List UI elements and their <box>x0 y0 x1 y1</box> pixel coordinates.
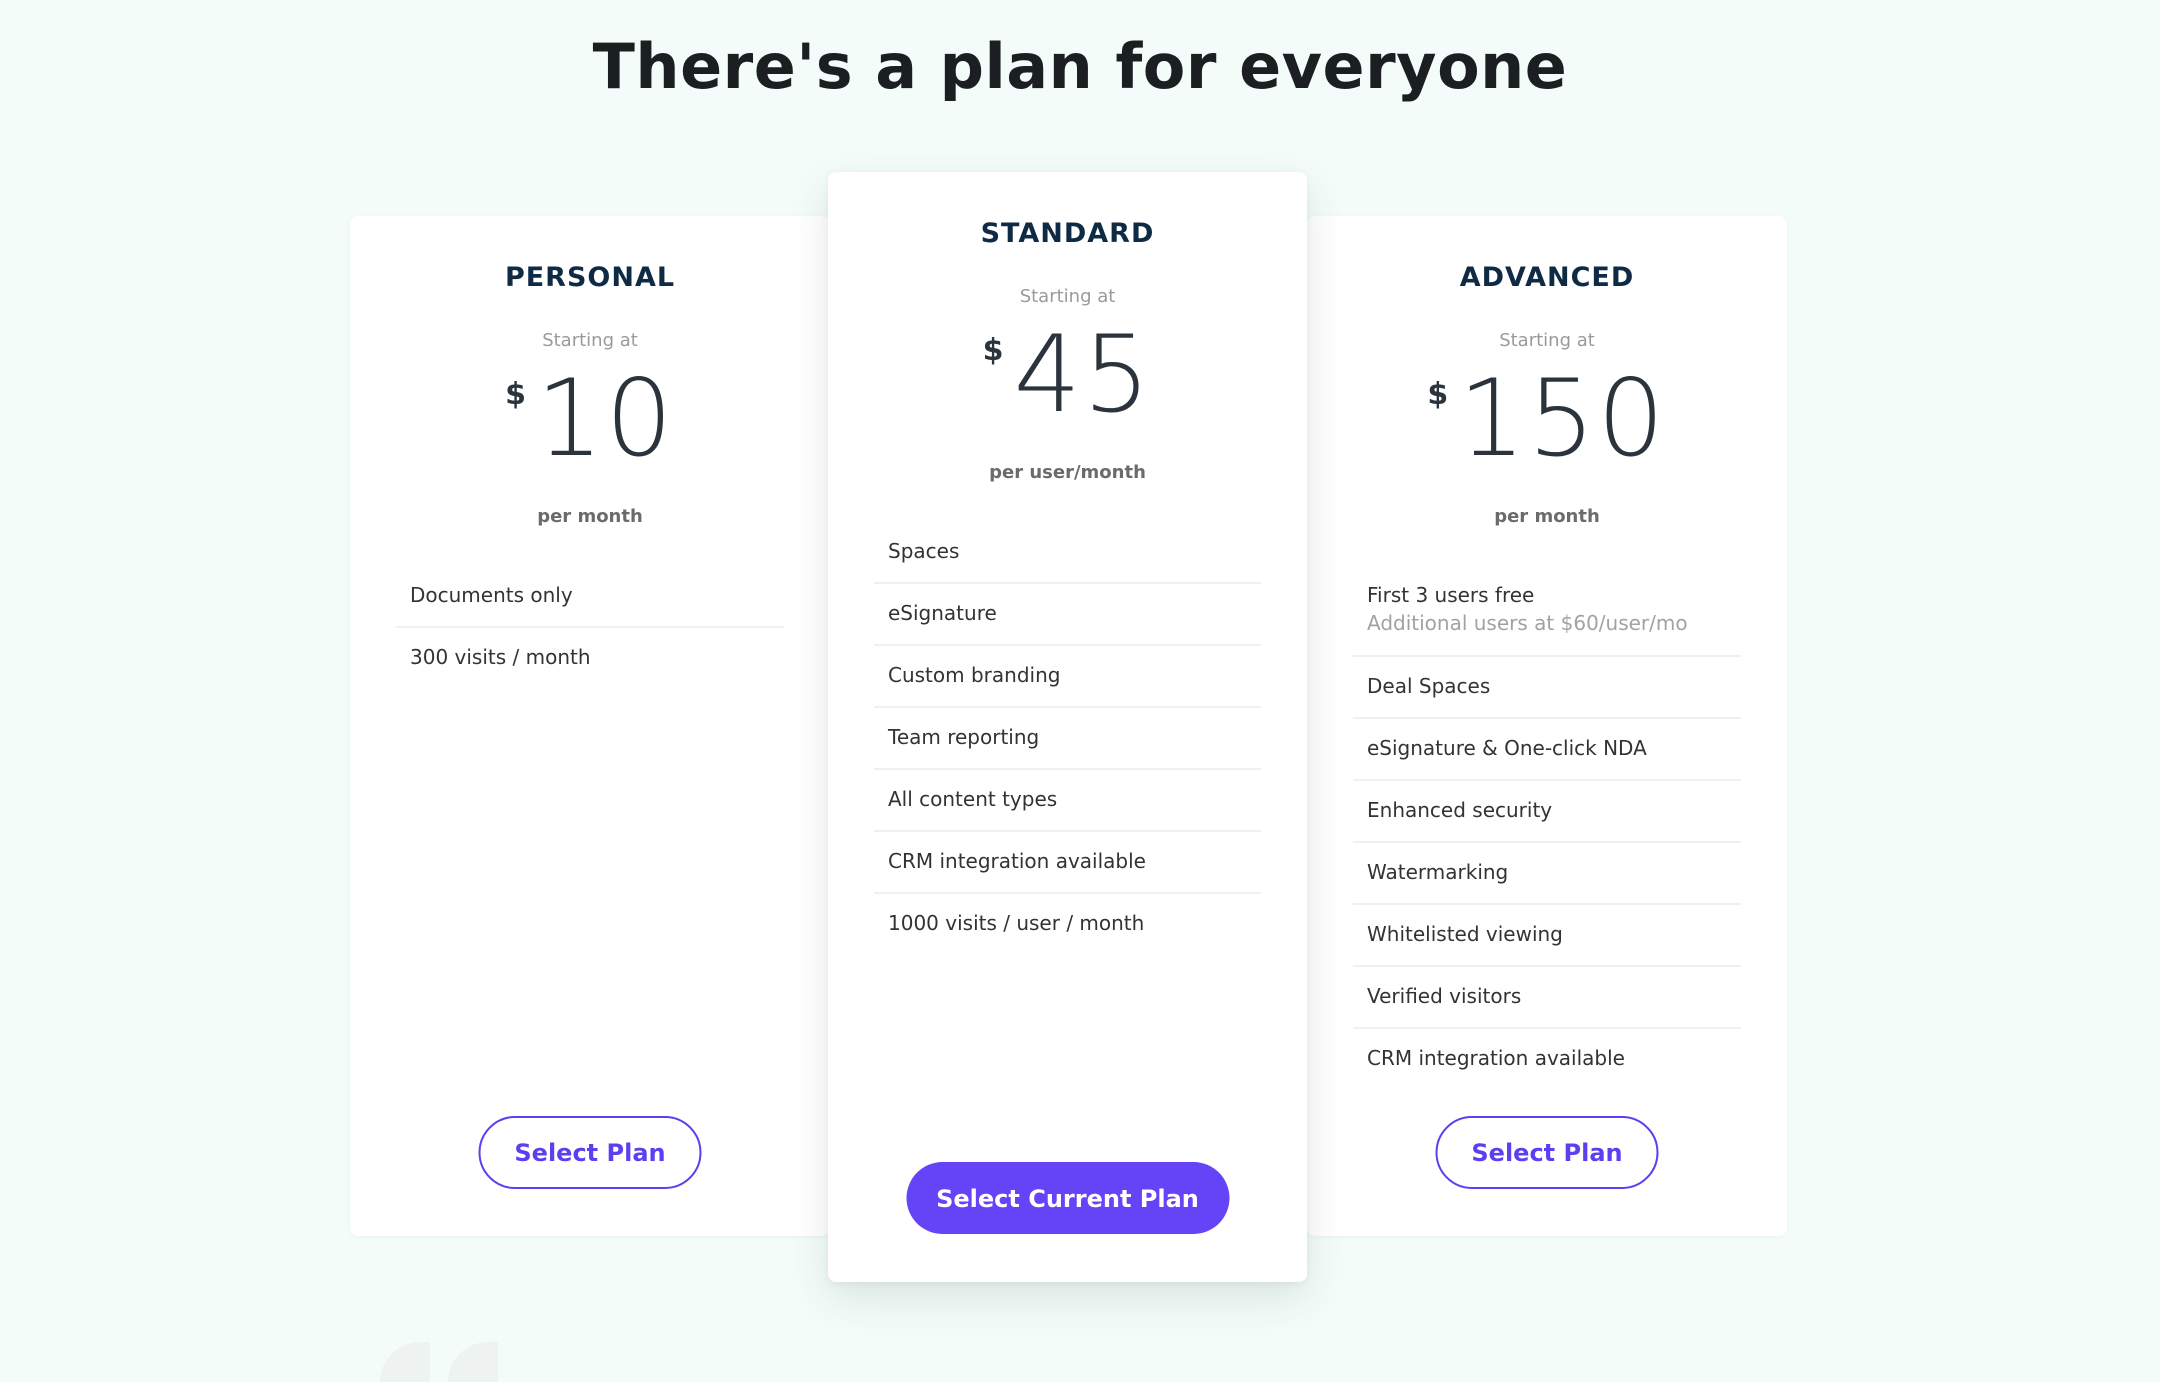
plan-card-personal: PERSONAL Starting at $10 per month Docum… <box>350 216 830 1236</box>
feature-text: CRM integration available <box>888 849 1146 873</box>
feature-text: Team reporting <box>888 725 1040 749</box>
starting-at-label: Starting at <box>1019 286 1116 307</box>
feature-text: Deal Spaces <box>1367 674 1491 698</box>
select-plan-button-personal[interactable]: Select Plan <box>478 1116 702 1189</box>
feature-text: Documents only <box>410 583 573 607</box>
quote-mark-icon <box>370 1342 520 1382</box>
feature-item: CRM integration available <box>874 832 1261 894</box>
plan-name: PERSONAL <box>504 262 676 293</box>
feature-text: Custom branding <box>888 663 1061 687</box>
quote-mark-shape <box>380 1342 430 1382</box>
feature-subtext: Additional users at $60/user/mo <box>1367 611 1688 635</box>
price-amount: 45 <box>1013 313 1153 436</box>
billing-period: per month <box>537 506 643 527</box>
feature-item: CRM integration available <box>1353 1029 1741 1089</box>
feature-item: 1000 visits / user / month <box>874 894 1261 954</box>
feature-text: Whitelisted viewing <box>1367 922 1563 946</box>
feature-item: Watermarking <box>1353 843 1741 905</box>
feature-list: Documents only 300 visits / month <box>396 566 784 688</box>
feature-text: Enhanced security <box>1367 798 1553 822</box>
feature-item: Enhanced security <box>1353 781 1741 843</box>
feature-item: Verified visitors <box>1353 967 1741 1029</box>
feature-item: Spaces <box>874 522 1261 584</box>
feature-text: First 3 users free <box>1367 583 1535 607</box>
plan-card-standard: STANDARD Starting at $45 per user/month … <box>828 172 1307 1282</box>
feature-text: All content types <box>888 787 1058 811</box>
feature-text: CRM integration available <box>1367 1046 1625 1070</box>
currency-symbol: $ <box>505 377 526 412</box>
plan-price: $150 <box>1307 366 1787 472</box>
feature-text: 300 visits / month <box>410 645 591 669</box>
feature-item: First 3 users free Additional users at $… <box>1353 566 1741 657</box>
feature-item: Custom branding <box>874 646 1261 708</box>
page-title: There's a plan for everyone <box>592 30 1568 103</box>
feature-item: 300 visits / month <box>396 628 784 688</box>
billing-period: per month <box>1494 506 1600 527</box>
currency-symbol: $ <box>1427 377 1449 412</box>
plan-name: ADVANCED <box>1459 262 1635 293</box>
currency-symbol: $ <box>982 333 1004 368</box>
feature-list: Spaces eSignature Custom branding Team r… <box>874 522 1261 954</box>
select-current-plan-button[interactable]: Select Current Plan <box>906 1162 1229 1234</box>
price-amount: 150 <box>1458 357 1667 480</box>
feature-text: eSignature & One-click NDA <box>1367 736 1647 760</box>
feature-item: Deal Spaces <box>1353 657 1741 719</box>
plan-price: $45 <box>828 322 1307 428</box>
price-amount: 10 <box>535 357 675 480</box>
feature-text: eSignature <box>888 601 997 625</box>
plan-price: $10 <box>350 366 830 472</box>
billing-period: per user/month <box>989 462 1146 483</box>
select-plan-button-advanced[interactable]: Select Plan <box>1435 1116 1659 1189</box>
plan-card-advanced: ADVANCED Starting at $150 per month Firs… <box>1307 216 1787 1236</box>
starting-at-label: Starting at <box>542 330 638 351</box>
feature-item: eSignature <box>874 584 1261 646</box>
plan-name: STANDARD <box>980 218 1155 249</box>
quote-mark-shape <box>448 1342 498 1382</box>
feature-text: Spaces <box>888 539 960 563</box>
feature-item: All content types <box>874 770 1261 832</box>
feature-text: Verified visitors <box>1367 984 1522 1008</box>
feature-list: First 3 users free Additional users at $… <box>1353 566 1741 1089</box>
feature-item: Documents only <box>396 566 784 628</box>
feature-item: Team reporting <box>874 708 1261 770</box>
feature-item: eSignature & One-click NDA <box>1353 719 1741 781</box>
feature-item: Whitelisted viewing <box>1353 905 1741 967</box>
feature-text: 1000 visits / user / month <box>888 911 1145 935</box>
feature-text: Watermarking <box>1367 860 1509 884</box>
starting-at-label: Starting at <box>1499 330 1595 351</box>
